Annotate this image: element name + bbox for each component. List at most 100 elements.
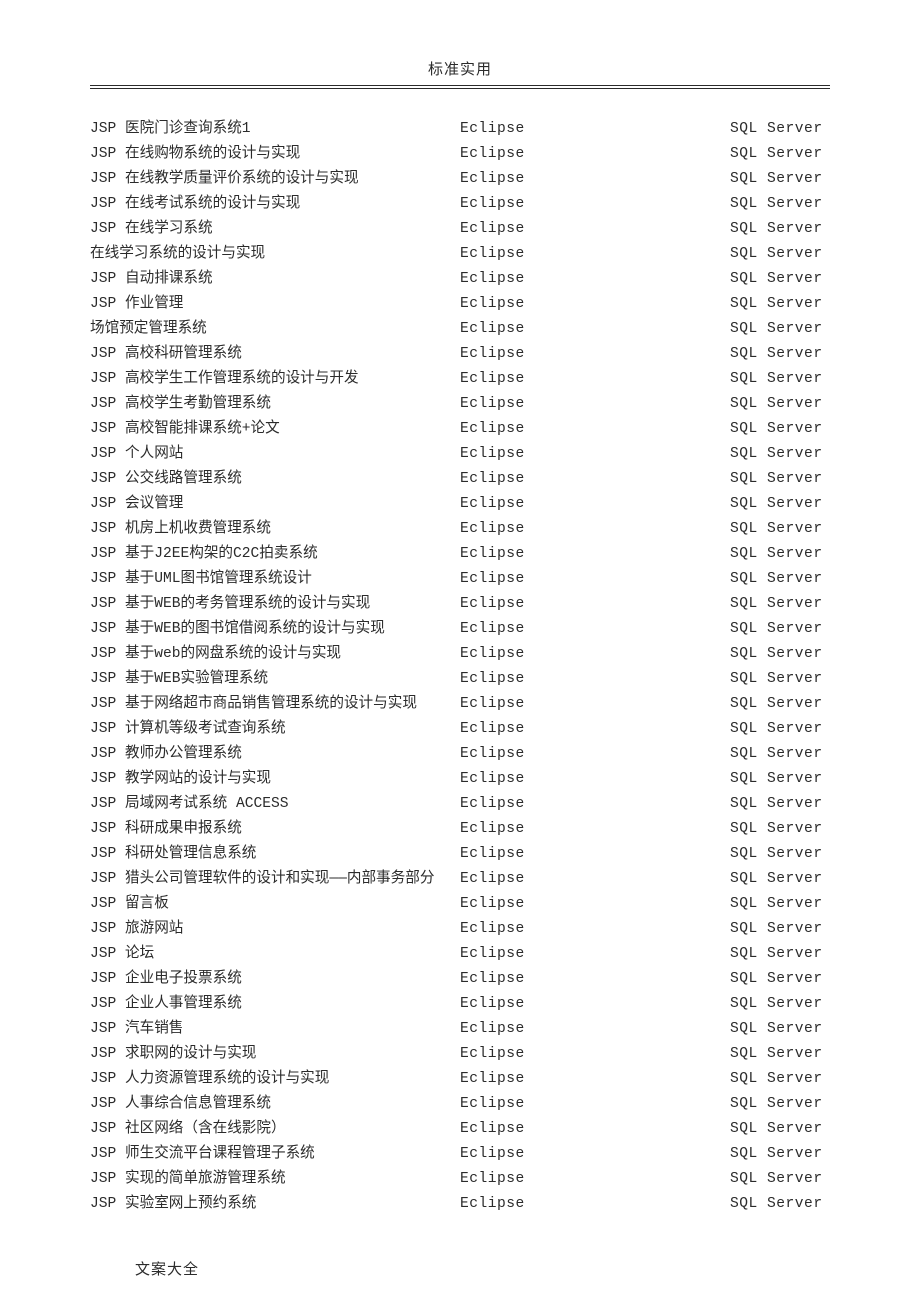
project-name: JSP 会议管理 [90, 492, 460, 517]
project-db: SQL Server [730, 292, 830, 317]
project-db: SQL Server [730, 767, 830, 792]
table-row: JSP 公交线路管理系统EclipseSQL Server [90, 467, 830, 492]
project-name: 场馆预定管理系统 [90, 317, 460, 342]
project-tool: Eclipse [460, 1092, 730, 1117]
table-row: JSP 医院门诊查询系统1EclipseSQL Server [90, 117, 830, 142]
project-tool: Eclipse [460, 692, 730, 717]
project-tool: Eclipse [460, 192, 730, 217]
project-name: JSP 教学网站的设计与实现 [90, 767, 460, 792]
project-name: JSP 猎头公司管理软件的设计和实现——内部事务部分 [90, 867, 460, 892]
project-tool: Eclipse [460, 867, 730, 892]
table-row: JSP 基于WEB的图书馆借阅系统的设计与实现EclipseSQL Server [90, 617, 830, 642]
project-db: SQL Server [730, 1192, 830, 1217]
project-name: JSP 基于WEB的图书馆借阅系统的设计与实现 [90, 617, 460, 642]
table-row: JSP 作业管理EclipseSQL Server [90, 292, 830, 317]
project-name: JSP 论坛 [90, 942, 460, 967]
project-name: JSP 汽车销售 [90, 1017, 460, 1042]
table-row: JSP 社区网络（含在线影院）EclipseSQL Server [90, 1117, 830, 1142]
project-tool: Eclipse [460, 567, 730, 592]
table-row: JSP 企业电子投票系统EclipseSQL Server [90, 967, 830, 992]
project-db: SQL Server [730, 817, 830, 842]
project-name: JSP 在线考试系统的设计与实现 [90, 192, 460, 217]
project-tool: Eclipse [460, 492, 730, 517]
project-tool: Eclipse [460, 1192, 730, 1217]
project-tool: Eclipse [460, 667, 730, 692]
project-name: JSP 企业人事管理系统 [90, 992, 460, 1017]
project-db: SQL Server [730, 792, 830, 817]
table-row: JSP 科研成果申报系统EclipseSQL Server [90, 817, 830, 842]
project-db: SQL Server [730, 842, 830, 867]
table-row: JSP 基于web的网盘系统的设计与实现EclipseSQL Server [90, 642, 830, 667]
project-name: JSP 基于WEB实验管理系统 [90, 667, 460, 692]
project-db: SQL Server [730, 992, 830, 1017]
project-name: JSP 求职网的设计与实现 [90, 1042, 460, 1067]
project-tool: Eclipse [460, 917, 730, 942]
project-db: SQL Server [730, 467, 830, 492]
table-row: JSP 机房上机收费管理系统EclipseSQL Server [90, 517, 830, 542]
project-db: SQL Server [730, 417, 830, 442]
project-name: JSP 基于UML图书馆管理系统设计 [90, 567, 460, 592]
project-name: JSP 在线学习系统 [90, 217, 460, 242]
project-db: SQL Server [730, 617, 830, 642]
project-tool: Eclipse [460, 342, 730, 367]
project-tool: Eclipse [460, 742, 730, 767]
project-tool: Eclipse [460, 1142, 730, 1167]
project-name: JSP 企业电子投票系统 [90, 967, 460, 992]
project-tool: Eclipse [460, 1042, 730, 1067]
table-row: JSP 计算机等级考试查询系统EclipseSQL Server [90, 717, 830, 742]
page-header: 标准实用 [90, 58, 830, 85]
header-rule-thick [90, 85, 830, 86]
project-db: SQL Server [730, 1117, 830, 1142]
table-row: JSP 求职网的设计与实现EclipseSQL Server [90, 1042, 830, 1067]
project-tool: Eclipse [460, 142, 730, 167]
project-tool: Eclipse [460, 267, 730, 292]
project-db: SQL Server [730, 717, 830, 742]
project-db: SQL Server [730, 1092, 830, 1117]
project-db: SQL Server [730, 167, 830, 192]
table-row: JSP 高校科研管理系统EclipseSQL Server [90, 342, 830, 367]
project-name: JSP 人力资源管理系统的设计与实现 [90, 1067, 460, 1092]
project-tool: Eclipse [460, 242, 730, 267]
project-tool: Eclipse [460, 842, 730, 867]
project-db: SQL Server [730, 1142, 830, 1167]
project-db: SQL Server [730, 567, 830, 592]
project-tool: Eclipse [460, 1117, 730, 1142]
project-table: JSP 医院门诊查询系统1EclipseSQL ServerJSP 在线购物系统… [90, 117, 830, 1217]
project-tool: Eclipse [460, 617, 730, 642]
project-name: 在线学习系统的设计与实现 [90, 242, 460, 267]
project-tool: Eclipse [460, 817, 730, 842]
project-db: SQL Server [730, 442, 830, 467]
project-db: SQL Server [730, 542, 830, 567]
project-db: SQL Server [730, 917, 830, 942]
table-row: JSP 高校学生考勤管理系统EclipseSQL Server [90, 392, 830, 417]
project-name: JSP 留言板 [90, 892, 460, 917]
project-name: JSP 个人网站 [90, 442, 460, 467]
table-row: JSP 在线考试系统的设计与实现EclipseSQL Server [90, 192, 830, 217]
project-tool: Eclipse [460, 467, 730, 492]
table-row: JSP 旅游网站EclipseSQL Server [90, 917, 830, 942]
project-name: JSP 高校学生考勤管理系统 [90, 392, 460, 417]
project-db: SQL Server [730, 492, 830, 517]
project-tool: Eclipse [460, 167, 730, 192]
table-row: JSP 人力资源管理系统的设计与实现EclipseSQL Server [90, 1067, 830, 1092]
project-db: SQL Server [730, 392, 830, 417]
project-name: JSP 科研成果申报系统 [90, 817, 460, 842]
table-row: JSP 科研处管理信息系统EclipseSQL Server [90, 842, 830, 867]
project-name: JSP 师生交流平台课程管理子系统 [90, 1142, 460, 1167]
project-db: SQL Server [730, 1017, 830, 1042]
table-row: JSP 教学网站的设计与实现EclipseSQL Server [90, 767, 830, 792]
project-tool: Eclipse [460, 767, 730, 792]
project-name: JSP 高校学生工作管理系统的设计与开发 [90, 367, 460, 392]
project-tool: Eclipse [460, 517, 730, 542]
project-name: JSP 科研处管理信息系统 [90, 842, 460, 867]
project-name: JSP 基于web的网盘系统的设计与实现 [90, 642, 460, 667]
project-tool: Eclipse [460, 642, 730, 667]
project-tool: Eclipse [460, 367, 730, 392]
project-tool: Eclipse [460, 117, 730, 142]
page-footer: 文案大全 [135, 1258, 199, 1279]
project-name: JSP 计算机等级考试查询系统 [90, 717, 460, 742]
project-db: SQL Server [730, 342, 830, 367]
project-db: SQL Server [730, 217, 830, 242]
project-tool: Eclipse [460, 1017, 730, 1042]
header-rule-thin [90, 88, 830, 89]
